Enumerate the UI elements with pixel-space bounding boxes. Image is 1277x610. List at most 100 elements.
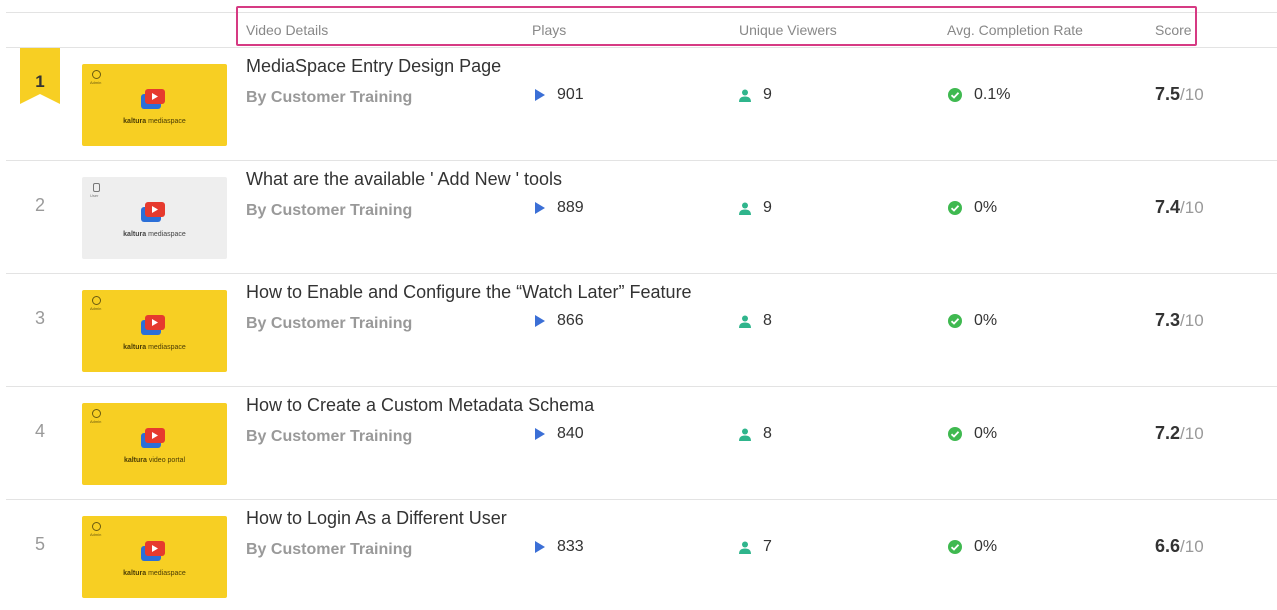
thumbnail-brand: kaltura video portal bbox=[123, 457, 186, 464]
score-max: /10 bbox=[1180, 311, 1204, 330]
score-value: 7.3 bbox=[1155, 310, 1181, 330]
rank-number: 4 bbox=[34, 421, 45, 441]
rank-number: 3 bbox=[34, 308, 45, 328]
header-plays[interactable]: Plays bbox=[532, 22, 566, 38]
check-circle-icon bbox=[948, 201, 962, 215]
check-circle-icon bbox=[948, 314, 962, 328]
video-author: By Customer Training bbox=[246, 202, 413, 219]
kaltura-logo-icon bbox=[141, 89, 165, 109]
role-badge-label: User bbox=[90, 193, 99, 198]
role-badge-label: Admin bbox=[90, 419, 102, 424]
kaltura-logo-icon bbox=[141, 202, 165, 222]
user-icon bbox=[739, 202, 751, 215]
kaltura-logo-icon bbox=[141, 315, 165, 335]
table-row[interactable]: 1 Admin kaltura mediaspace MediaSpace En… bbox=[0, 48, 1277, 161]
score-max: /10 bbox=[1180, 424, 1204, 443]
thumbnail-brand: kaltura mediaspace bbox=[123, 118, 186, 125]
thumbnail-brand: kaltura mediaspace bbox=[123, 570, 186, 577]
video-thumbnail[interactable]: Admin kaltura mediaspace bbox=[82, 516, 227, 598]
viewers-value: 9 bbox=[763, 86, 772, 103]
plays-metric: 840 bbox=[535, 425, 584, 443]
completion-metric: 0.1% bbox=[948, 86, 1010, 104]
header-unique-viewers[interactable]: Unique Viewers bbox=[739, 22, 837, 38]
video-thumbnail[interactable]: User kaltura mediaspace bbox=[82, 177, 227, 259]
score-value: 6.6 bbox=[1155, 536, 1181, 556]
table-row[interactable]: 5 Admin kaltura mediaspace How to Login … bbox=[0, 500, 1277, 610]
thumbnail-brand: kaltura mediaspace bbox=[123, 344, 186, 351]
plays-metric: 866 bbox=[535, 312, 584, 330]
role-badge-icon bbox=[92, 409, 101, 418]
video-title[interactable]: How to Enable and Configure the “Watch L… bbox=[246, 282, 692, 303]
role-badge-label: Admin bbox=[90, 532, 102, 537]
score: 7.4/10 bbox=[1155, 197, 1204, 218]
plays-value: 833 bbox=[557, 538, 584, 555]
viewers-value: 8 bbox=[763, 312, 772, 329]
role-badge-icon bbox=[92, 70, 101, 79]
completion-metric: 0% bbox=[948, 425, 997, 443]
user-icon bbox=[739, 89, 751, 102]
completion-metric: 0% bbox=[948, 199, 997, 217]
viewers-metric: 8 bbox=[739, 425, 772, 443]
video-thumbnail[interactable]: Admin kaltura mediaspace bbox=[82, 64, 227, 146]
score-value: 7.2 bbox=[1155, 423, 1181, 443]
rank-number: 1 bbox=[35, 72, 45, 91]
completion-value: 0% bbox=[974, 538, 998, 555]
video-title[interactable]: MediaSpace Entry Design Page bbox=[246, 56, 501, 77]
play-icon bbox=[535, 428, 545, 440]
table-row[interactable]: 2 User kaltura mediaspace What are the a… bbox=[0, 161, 1277, 274]
user-icon bbox=[739, 315, 751, 328]
video-thumbnail[interactable]: Admin kaltura mediaspace bbox=[82, 290, 227, 372]
video-thumbnail[interactable]: Admin kaltura video portal bbox=[82, 403, 227, 485]
video-author: By Customer Training bbox=[246, 428, 413, 445]
role-badge-icon bbox=[92, 522, 101, 531]
rank-number: 5 bbox=[34, 534, 45, 554]
viewers-value: 8 bbox=[763, 425, 772, 442]
plays-value: 901 bbox=[557, 86, 584, 103]
video-title[interactable]: What are the available ' Add New ' tools bbox=[246, 169, 562, 190]
completion-value: 0% bbox=[974, 199, 998, 216]
score-value: 7.5 bbox=[1155, 84, 1181, 104]
plays-value: 889 bbox=[557, 199, 584, 216]
play-icon bbox=[535, 89, 545, 101]
plays-metric: 889 bbox=[535, 199, 584, 217]
kaltura-logo-icon bbox=[141, 541, 165, 561]
completion-value: 0% bbox=[974, 312, 998, 329]
score-value: 7.4 bbox=[1155, 197, 1181, 217]
completion-value: 0% bbox=[974, 425, 998, 442]
score: 7.2/10 bbox=[1155, 423, 1204, 444]
header-video-details[interactable]: Video Details bbox=[246, 22, 328, 38]
user-icon bbox=[739, 541, 751, 554]
role-badge-icon bbox=[92, 296, 101, 305]
header-avg-completion-rate[interactable]: Avg. Completion Rate bbox=[947, 22, 1083, 38]
completion-metric: 0% bbox=[948, 538, 997, 556]
plays-metric: 901 bbox=[535, 86, 584, 104]
viewers-value: 9 bbox=[763, 199, 772, 216]
top-videos-table: Video Details Plays Unique Viewers Avg. … bbox=[0, 0, 1277, 610]
completion-metric: 0% bbox=[948, 312, 997, 330]
score: 7.3/10 bbox=[1155, 310, 1204, 331]
role-badge-icon bbox=[93, 183, 100, 192]
play-icon bbox=[535, 541, 545, 553]
score-max: /10 bbox=[1180, 537, 1204, 556]
video-title[interactable]: How to Create a Custom Metadata Schema bbox=[246, 395, 594, 416]
video-title[interactable]: How to Login As a Different User bbox=[246, 508, 507, 529]
score: 6.6/10 bbox=[1155, 536, 1204, 557]
table-row[interactable]: 3 Admin kaltura mediaspace How to Enable… bbox=[0, 274, 1277, 387]
table-header: Video Details Plays Unique Viewers Avg. … bbox=[0, 0, 1277, 48]
plays-metric: 833 bbox=[535, 538, 584, 556]
completion-value: 0.1% bbox=[974, 86, 1011, 103]
viewers-metric: 9 bbox=[739, 199, 772, 217]
video-author: By Customer Training bbox=[246, 315, 413, 332]
header-score[interactable]: Score bbox=[1155, 22, 1192, 38]
role-badge-label: Admin bbox=[90, 306, 102, 311]
viewers-value: 7 bbox=[763, 538, 772, 555]
video-author: By Customer Training bbox=[246, 89, 413, 106]
check-circle-icon bbox=[948, 540, 962, 554]
score-max: /10 bbox=[1180, 198, 1204, 217]
score: 7.5/10 bbox=[1155, 84, 1204, 105]
table-row[interactable]: 4 Admin kaltura video portal How to Crea… bbox=[0, 387, 1277, 500]
user-icon bbox=[739, 428, 751, 441]
viewers-metric: 7 bbox=[739, 538, 772, 556]
play-icon bbox=[535, 202, 545, 214]
play-icon bbox=[535, 315, 545, 327]
